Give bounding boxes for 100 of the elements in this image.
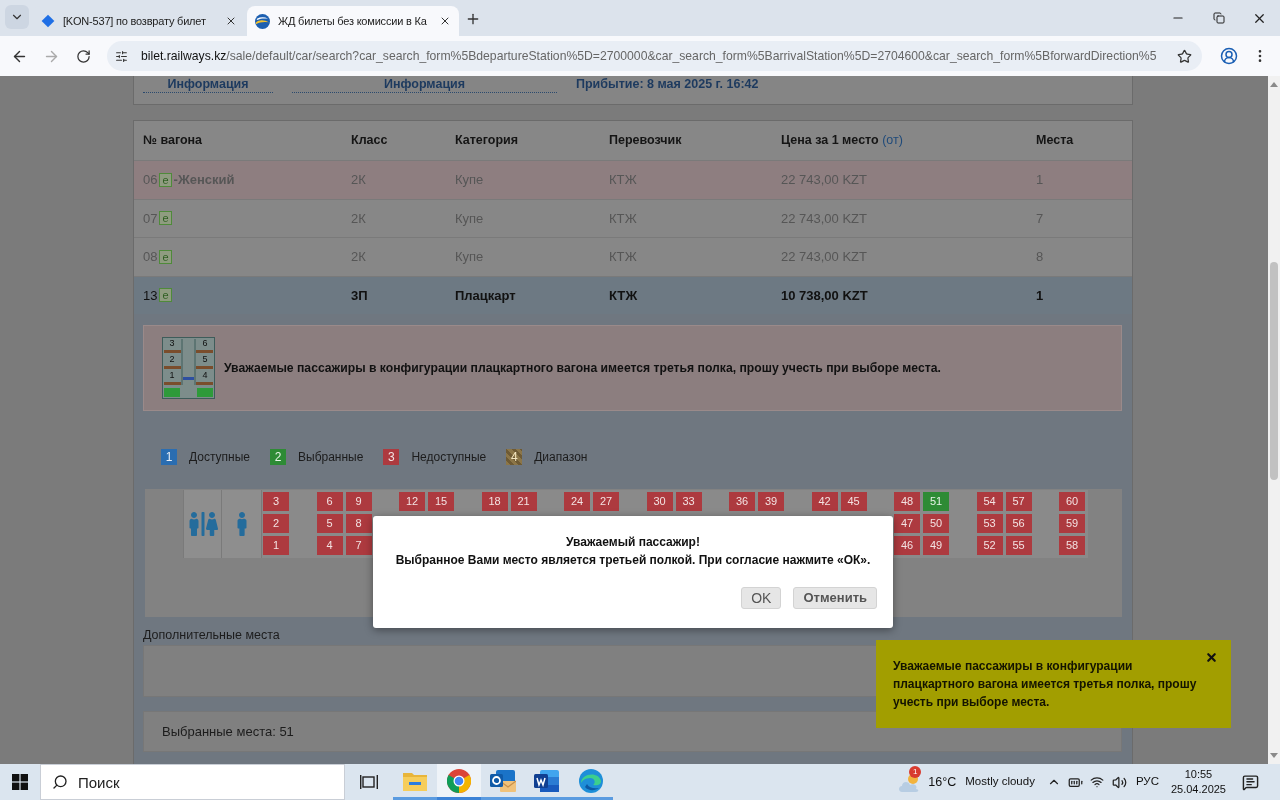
seat-button[interactable]: 42	[811, 492, 838, 511]
plus-icon	[465, 11, 481, 27]
seat-button[interactable]: 15	[428, 492, 454, 511]
info-link[interactable]: Информация	[143, 76, 273, 93]
column-header: № вагона	[143, 132, 204, 150]
berth-number: 1	[169, 370, 175, 380]
letter-badge: e	[159, 288, 172, 303]
berth-number: 5	[202, 354, 208, 364]
browser-tab[interactable]: ЖД билеты без комиссии в Ка	[247, 6, 459, 36]
legend-label: Недоступные	[411, 449, 487, 466]
seat-button[interactable]: 46	[894, 536, 920, 555]
seat-button[interactable]: 55	[1005, 536, 1032, 555]
legend-swatch: 4	[506, 449, 523, 465]
seat-button[interactable]: 54	[976, 492, 1003, 511]
language-indicator[interactable]: РУС	[1135, 773, 1159, 791]
table-cell-text: Купе	[455, 171, 485, 189]
scroll-up-icon	[1270, 82, 1278, 87]
volume-icon[interactable]	[1111, 774, 1127, 790]
seat-button[interactable]: 18	[481, 492, 508, 511]
ok-button[interactable]: OK	[741, 587, 782, 609]
profile-icon	[1220, 47, 1238, 65]
seat-button[interactable]: 39	[758, 492, 784, 511]
seat-button[interactable]: 47	[894, 514, 920, 533]
seat-button[interactable]: 49	[923, 536, 949, 555]
clock-date[interactable]: 25.04.2025	[1170, 782, 1226, 797]
column-header: Места	[1036, 132, 1075, 150]
seat-button[interactable]: 27	[593, 492, 619, 511]
site-info-icon	[114, 49, 128, 63]
car-note: -Женский	[173, 171, 235, 189]
clock-time[interactable]: 10:55	[1184, 767, 1213, 782]
seat-button[interactable]: 4	[316, 536, 343, 555]
seat-button[interactable]: 48	[894, 492, 920, 511]
star-icon	[1176, 48, 1192, 64]
address-bar[interactable]: bilet.railways.kz/sale/default/car/search?car_search_form%5BdepartureStation%5D=2700000&car_search_form%5BarrivalStation%5D=2704600&car_search_form%5BforwardDirection%5	[107, 41, 1202, 71]
scroll-down-icon	[1270, 753, 1278, 758]
windows-logo-icon	[12, 774, 28, 790]
seat-button[interactable]: 6	[316, 492, 343, 511]
table-cell-text: КТЖ	[609, 286, 639, 305]
seat-button[interactable]: 24	[564, 492, 590, 511]
cancel-button[interactable]: Отменить	[793, 587, 877, 609]
folder-icon	[403, 770, 427, 791]
table-cell-text: 10 738,00 KZT	[781, 286, 869, 305]
tab-search-button[interactable]	[5, 5, 29, 29]
legend-label: Доступные	[189, 449, 250, 466]
seat-button[interactable]: 9	[345, 492, 372, 511]
weather-temperature: 16°C	[928, 773, 957, 791]
seat-button[interactable]: 45	[840, 492, 867, 511]
letter-badge: e	[159, 172, 172, 187]
table-cell-text: 1	[1036, 171, 1045, 189]
toast-close-button[interactable]	[1204, 650, 1218, 664]
compartment-drawing	[162, 337, 215, 399]
table-cell-text: 22 743,00 KZT	[781, 171, 868, 189]
toast-text: Уважаемые пассажиры в конфигурации плацкартного вагона имеется третья полка, прошу учесть при выборе места.	[893, 658, 1198, 711]
seat-button[interactable]: 58	[1059, 536, 1085, 555]
letter-badge: e	[159, 211, 172, 226]
document-app-icon	[534, 768, 560, 793]
legend-swatch: 2	[270, 449, 286, 465]
notifications-icon[interactable]	[1242, 773, 1259, 791]
seat-button[interactable]: 53	[976, 514, 1003, 533]
seat-button[interactable]: 8	[345, 514, 372, 533]
close-icon	[225, 15, 237, 27]
seat-button[interactable]: 56	[1005, 514, 1032, 533]
info-link[interactable]: Информация	[292, 76, 557, 93]
wifi-icon[interactable]	[1089, 775, 1104, 789]
task-view-icon	[360, 774, 378, 790]
column-header: Категория	[455, 132, 520, 150]
taskbar-app-button[interactable]	[437, 764, 481, 800]
seat-button[interactable]: 5	[316, 514, 343, 533]
legend-label: Диапазон	[534, 449, 588, 466]
restroom-icon	[187, 512, 218, 536]
swirl-browser-icon	[579, 768, 603, 793]
seat-button[interactable]: 30	[646, 492, 673, 511]
seat-button[interactable]: 57	[1005, 492, 1032, 511]
male-icon	[235, 512, 248, 536]
seat-button[interactable]: 60	[1059, 492, 1085, 511]
seat-button[interactable]: 52	[976, 536, 1003, 555]
car-number: 13	[143, 286, 158, 305]
notification-badge: 1	[909, 766, 922, 778]
seat-button[interactable]: 3	[263, 492, 289, 511]
seat-button[interactable]: 2	[263, 514, 289, 533]
round-logo-icon	[255, 13, 270, 29]
table-row[interactable]: 06 e -Женский 2К Купе КТЖ 22 743,00 KZT 1	[134, 160, 1132, 199]
seat-button[interactable]: 33	[675, 492, 702, 511]
search-icon	[52, 774, 68, 790]
seat-button[interactable]: 1	[263, 536, 289, 555]
seat-button[interactable]: 36	[729, 492, 755, 511]
seat-button[interactable]: 7	[345, 536, 372, 555]
table-cell-text: Плацкарт	[455, 286, 517, 305]
weather-condition: Mostly cloudy	[965, 774, 1035, 790]
seat-button[interactable]: 50	[923, 514, 949, 533]
seat-button[interactable]: 51	[923, 492, 949, 511]
round-browser-icon	[447, 768, 471, 793]
taskbar-search-field[interactable]: Поиск	[40, 764, 345, 800]
arrival-time: Прибытие: 8 мая 2025 г. 16:42	[576, 76, 759, 92]
seat-button[interactable]: 21	[510, 492, 537, 511]
dialog-message: Выбранное Вами место является третьей полкой. При согласие нажмите «ОК».	[395, 552, 871, 568]
notice-text: Уважаемые пассажиры в конфигурации плацкартного вагона имеется третья полка, прошу учесть при выборе места.	[224, 359, 941, 377]
scrollbar-thumb[interactable]	[1270, 262, 1278, 480]
seat-button[interactable]: 12	[399, 492, 425, 511]
seat-button[interactable]: 59	[1059, 514, 1085, 533]
